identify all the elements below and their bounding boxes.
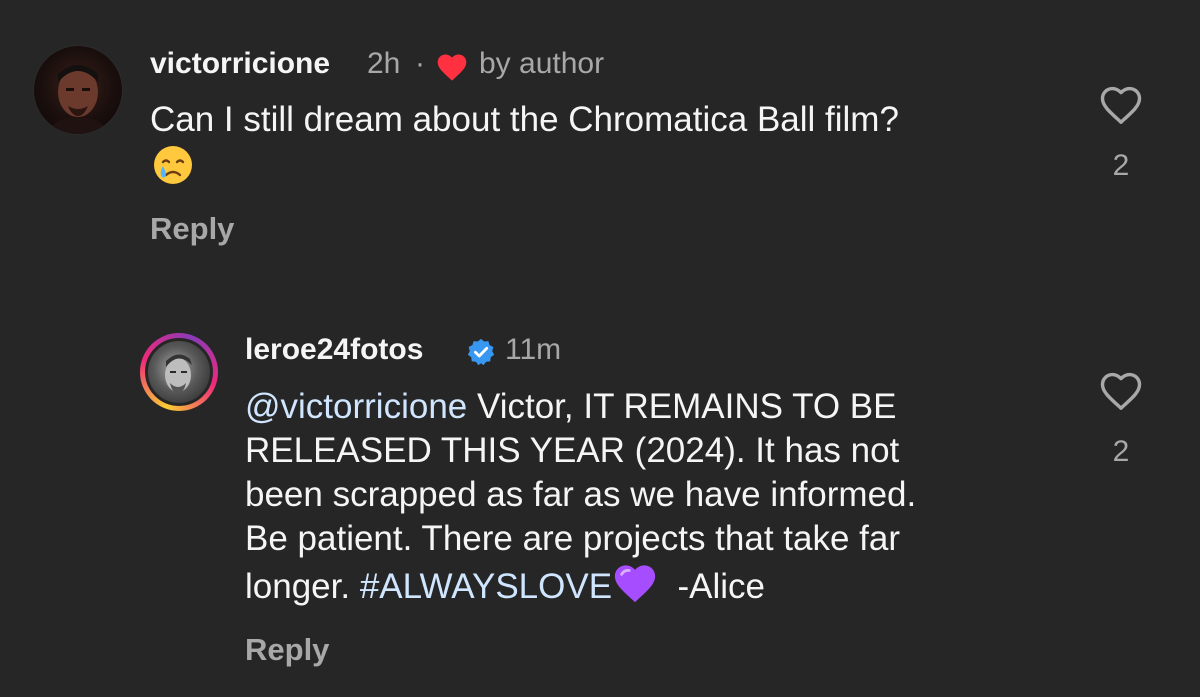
reply-button[interactable]: Reply: [245, 632, 329, 668]
avatar-photo: [48, 65, 108, 134]
reply-timestamp: 11m: [505, 333, 562, 366]
heart-outline-icon[interactable]: [1098, 372, 1144, 416]
heart-outline-icon[interactable]: [1098, 86, 1144, 130]
reply-text-line: RELEASED THIS YEAR (2024). It has not: [245, 431, 900, 470]
reply-text-line: been scrapped as far as we have informed…: [245, 475, 917, 514]
comment-text: Can I still dream about the Chromatica B…: [150, 98, 1070, 199]
verified-badge-icon: [466, 337, 496, 372]
like-count: 2: [1112, 149, 1130, 182]
reply-username[interactable]: leroe24fotos: [245, 333, 423, 367]
reply-text-line: Victor, IT REMAINS TO BE: [467, 387, 897, 426]
avatar-photo: [165, 354, 192, 393]
reply-button[interactable]: Reply: [150, 211, 234, 247]
comment-body: Can I still dream about the Chromatica B…: [150, 100, 899, 139]
mention-link[interactable]: @victorricione: [245, 387, 467, 426]
like-count: 2: [1112, 435, 1130, 468]
comments-thread: victorricione 2h · by author Can I still…: [0, 0, 1200, 697]
like-column: 2: [1091, 84, 1151, 183]
avatar[interactable]: [145, 338, 213, 406]
crying-face-emoji: [150, 142, 196, 199]
reply-signature: -Alice: [658, 566, 766, 606]
comment-username[interactable]: victorricione: [150, 47, 330, 81]
avatar[interactable]: [34, 46, 122, 134]
meta-separator: ·: [415, 47, 425, 80]
reply-text-line: longer.: [245, 566, 360, 606]
hashtag-link[interactable]: #ALWAYSLOVE: [360, 567, 612, 606]
liked-by-author-label: by author: [479, 47, 605, 80]
comment-timestamp: 2h: [367, 47, 401, 80]
reply-text-line: Be patient. There are projects that take…: [245, 519, 901, 558]
like-column: 2: [1091, 370, 1151, 469]
red-heart-icon: [435, 52, 469, 87]
comment: victorricione 2h · by author Can I still…: [0, 0, 1200, 280]
purple-heart-emoji: [612, 561, 658, 616]
reply-text: @victorricione Victor, IT REMAINS TO BE …: [245, 385, 1045, 616]
